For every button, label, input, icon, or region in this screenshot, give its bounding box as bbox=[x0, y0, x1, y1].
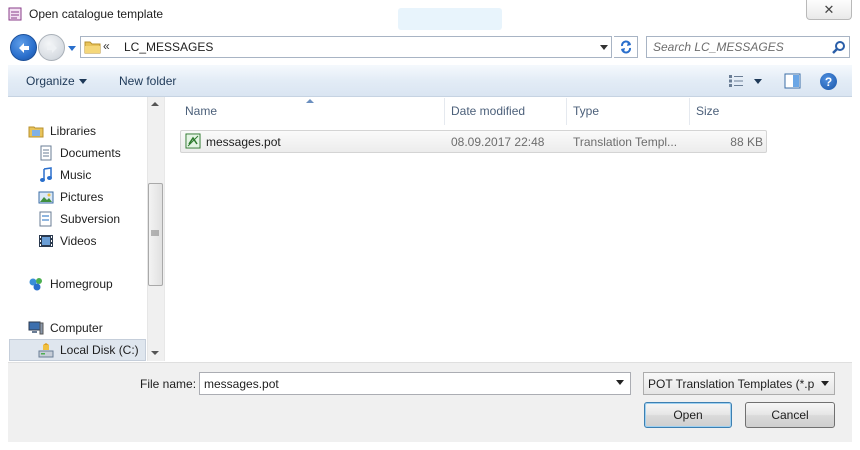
sidebar-item-music[interactable]: Music bbox=[38, 165, 91, 185]
column-header-type[interactable]: Type bbox=[573, 104, 599, 118]
column-header-name[interactable]: Name bbox=[185, 104, 217, 118]
search-input[interactable] bbox=[653, 39, 823, 55]
file-type-filter-value: POT Translation Templates (*.p bbox=[648, 377, 815, 391]
sidebar-item-subversion[interactable]: Subversion bbox=[38, 209, 120, 229]
sidebar-item-label: Libraries bbox=[50, 124, 97, 138]
forward-arrow-icon bbox=[46, 42, 57, 53]
file-name-combobox[interactable] bbox=[199, 372, 631, 395]
sidebar-item-computer[interactable]: Computer bbox=[28, 318, 103, 338]
new-folder-button[interactable]: New folder bbox=[119, 74, 176, 88]
address-dropdown-button[interactable] bbox=[596, 37, 612, 57]
column-divider[interactable] bbox=[444, 98, 445, 125]
help-icon[interactable]: ? bbox=[820, 73, 837, 90]
column-divider[interactable] bbox=[566, 98, 567, 125]
view-options-dropdown-icon[interactable] bbox=[754, 79, 762, 84]
back-arrow-icon bbox=[18, 42, 29, 53]
folder-icon bbox=[84, 41, 101, 54]
local-disk-icon bbox=[38, 343, 54, 358]
sidebar-item-label: Documents bbox=[60, 146, 121, 160]
file-size: 88 KB bbox=[730, 135, 763, 149]
sidebar-item-label: Computer bbox=[50, 321, 103, 335]
sidebar-item-local-disk[interactable]: Local Disk (C:) bbox=[9, 339, 146, 361]
change-view-icon[interactable] bbox=[728, 74, 744, 88]
address-path[interactable]: LC_MESSAGES bbox=[124, 40, 213, 54]
sidebar-item-label: Subversion bbox=[60, 212, 121, 226]
recent-pages-icon[interactable] bbox=[67, 43, 77, 53]
search-icon[interactable] bbox=[832, 40, 846, 54]
column-header-date-modified[interactable]: Date modified bbox=[451, 104, 525, 118]
subversion-icon bbox=[39, 211, 52, 227]
refresh-icon bbox=[620, 40, 631, 54]
chevron-down-icon bbox=[600, 44, 608, 50]
chevron-down-icon bbox=[79, 79, 87, 84]
pictures-icon bbox=[38, 191, 54, 204]
scroll-down-icon[interactable] bbox=[150, 350, 160, 356]
documents-icon bbox=[40, 145, 52, 161]
title-bar-highlight bbox=[398, 8, 502, 30]
sort-ascending-icon bbox=[306, 99, 314, 103]
sidebar-item-label: Music bbox=[60, 168, 92, 182]
sidebar-item-pictures[interactable]: Pictures bbox=[38, 187, 103, 207]
forward-button[interactable] bbox=[38, 34, 65, 61]
music-icon bbox=[40, 167, 52, 182]
file-date-modified: 08.09.2017 22:48 bbox=[451, 135, 545, 149]
pot-file-icon bbox=[185, 133, 201, 149]
file-type: Translation Templ... bbox=[573, 135, 678, 149]
column-header-size[interactable]: Size bbox=[696, 104, 719, 118]
close-button[interactable]: ✕ bbox=[806, 0, 852, 20]
homegroup-icon bbox=[29, 278, 42, 291]
cancel-button[interactable]: Cancel bbox=[745, 402, 835, 428]
catalogue-icon bbox=[8, 7, 22, 21]
computer-icon bbox=[28, 321, 44, 335]
refresh-button[interactable] bbox=[614, 36, 638, 58]
search-box[interactable] bbox=[646, 36, 850, 58]
window-title: Open catalogue template bbox=[29, 7, 164, 21]
open-button[interactable]: Open bbox=[644, 402, 732, 428]
file-name[interactable]: messages.pot bbox=[206, 135, 281, 149]
libraries-icon bbox=[28, 126, 44, 138]
close-icon: ✕ bbox=[823, 1, 835, 17]
scroll-up-icon[interactable] bbox=[150, 101, 160, 107]
chevron-down-icon[interactable] bbox=[616, 380, 624, 385]
file-name-input[interactable] bbox=[204, 376, 604, 392]
address-overflow-chevron[interactable]: « bbox=[103, 39, 110, 53]
sidebar-item-label: Homegroup bbox=[50, 277, 113, 291]
sidebar-item-label: Videos bbox=[60, 234, 97, 248]
sidebar-item-documents[interactable]: Documents bbox=[38, 143, 121, 163]
sidebar-item-videos[interactable]: Videos bbox=[38, 231, 96, 251]
preview-pane-icon[interactable] bbox=[784, 73, 801, 89]
sidebar-item-label: Local Disk (C:) bbox=[60, 343, 139, 357]
organize-menu-button[interactable]: Organize bbox=[26, 74, 75, 88]
sidebar-item-homegroup[interactable]: Homegroup bbox=[28, 274, 113, 294]
grip-icon bbox=[151, 230, 159, 236]
chevron-down-icon[interactable] bbox=[821, 381, 829, 386]
back-button[interactable] bbox=[10, 34, 37, 61]
file-name-label: File name: bbox=[140, 377, 197, 391]
sidebar-item-libraries[interactable]: Libraries bbox=[28, 121, 96, 141]
column-divider[interactable] bbox=[689, 98, 690, 125]
videos-icon bbox=[39, 235, 53, 247]
sidebar-item-label: Pictures bbox=[60, 190, 104, 204]
